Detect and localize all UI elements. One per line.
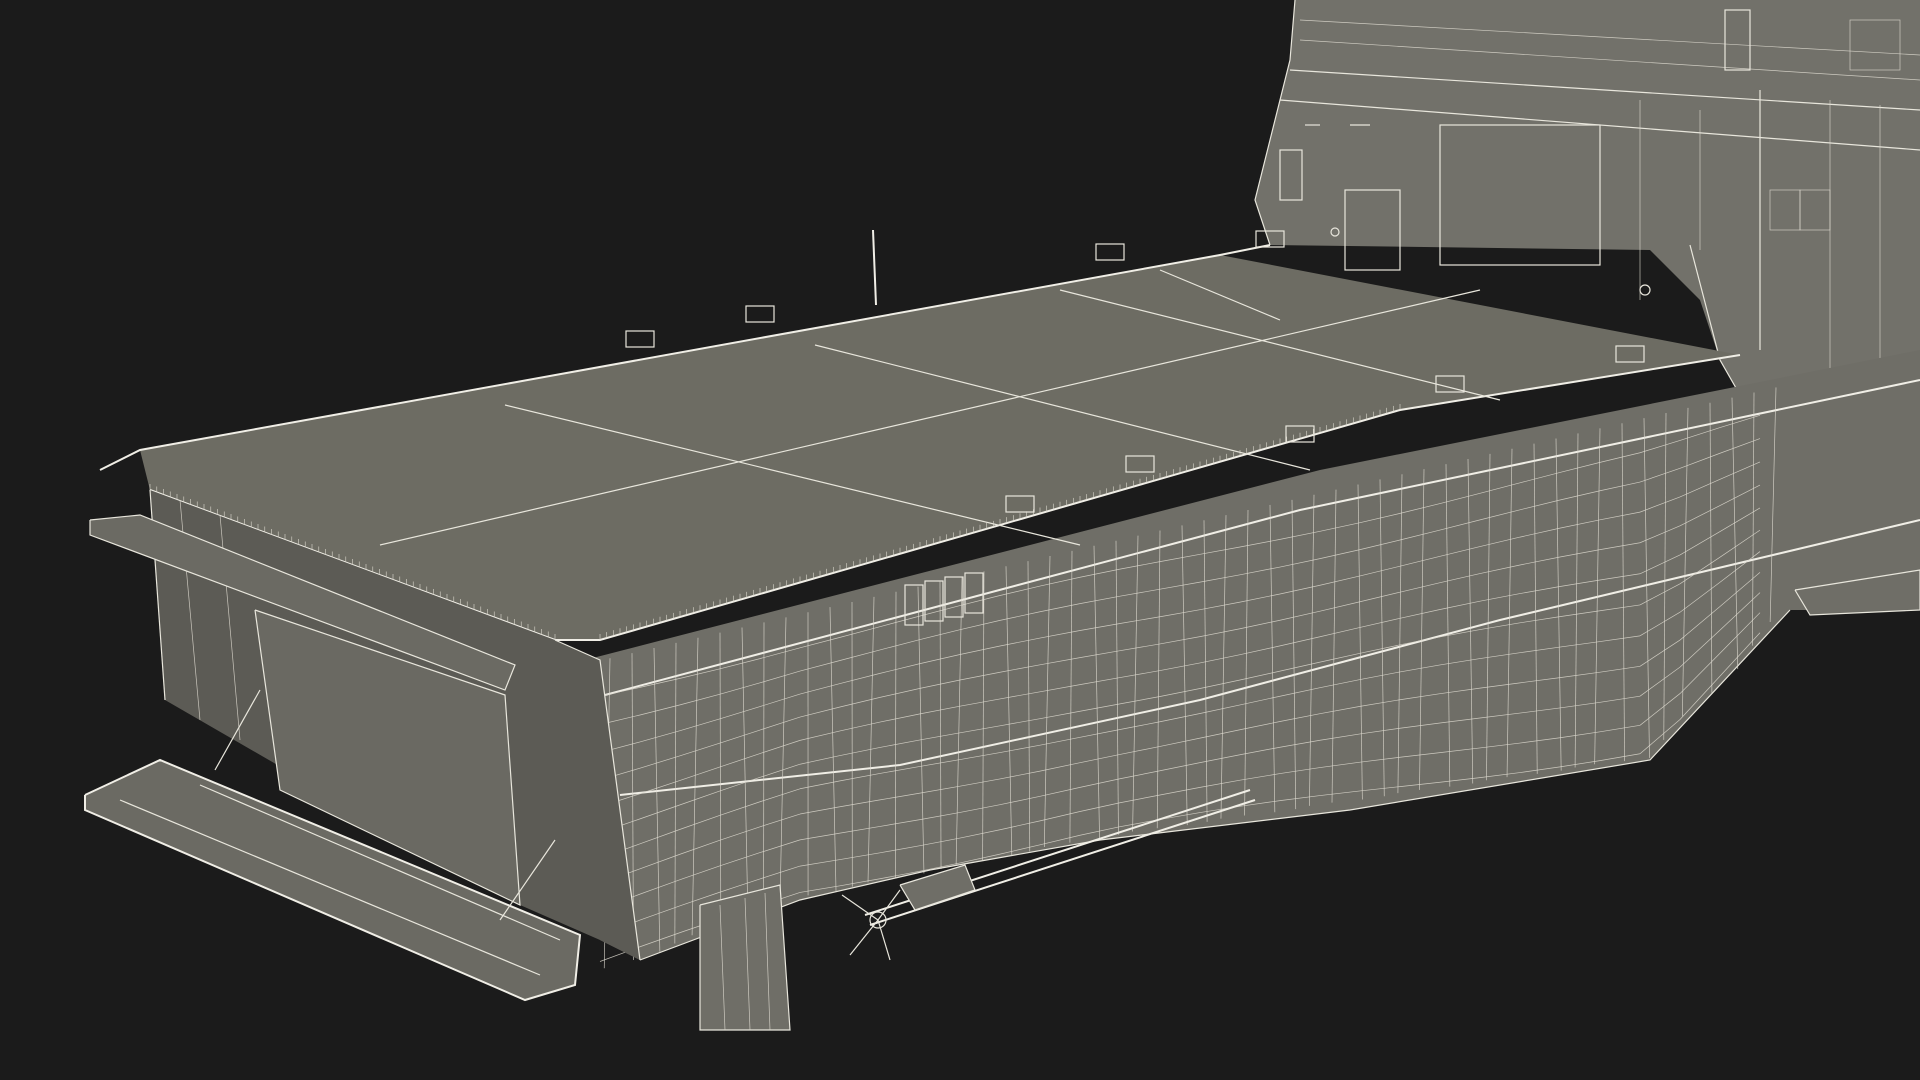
ship-wireframe-render (84, 0, 1920, 1031)
rudder (699, 884, 791, 1031)
deck-fixture (1095, 243, 1125, 261)
deck-fixture (625, 330, 655, 348)
deck-fixture (745, 305, 775, 323)
render-viewport (0, 0, 1920, 1080)
antenna-mast (872, 229, 877, 306)
